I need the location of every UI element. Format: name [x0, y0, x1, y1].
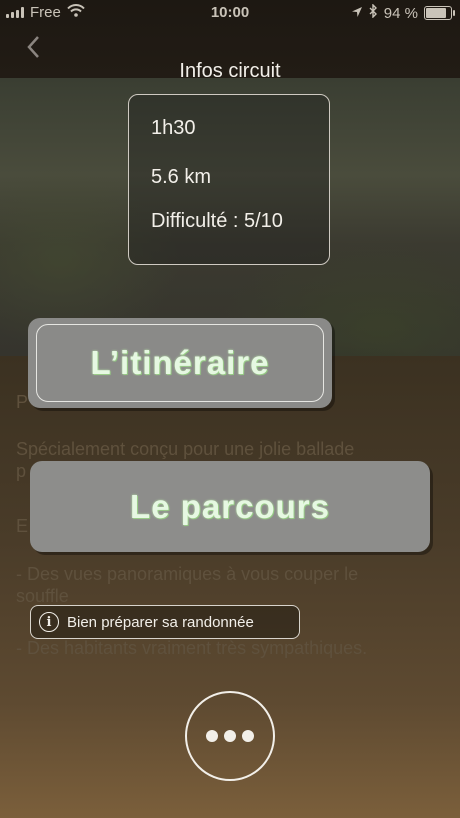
- description-bullet: - Des habitants vraiment très sympathiqu…: [16, 638, 368, 658]
- bluetooth-icon: [369, 3, 378, 22]
- parcours-button-label: Le parcours: [130, 487, 330, 525]
- itineraire-button-frame: L’itinéraire: [36, 324, 324, 402]
- itineraire-button[interactable]: L’itinéraire: [28, 318, 332, 408]
- battery-fill: [426, 8, 446, 18]
- back-button[interactable]: [20, 32, 50, 62]
- circuit-info-panel: 1h30 5.6 km Difficulté : 5/10: [128, 94, 330, 265]
- location-arrow-icon: [351, 5, 363, 22]
- battery-icon: [424, 6, 455, 20]
- more-dots-icon: [206, 730, 218, 742]
- prepare-hike-button[interactable]: i Bien préparer sa randonnée: [30, 605, 300, 639]
- more-dots-icon: [224, 730, 236, 742]
- battery-percent: 94 %: [383, 4, 418, 22]
- chevron-left-icon: [27, 36, 39, 58]
- more-dots-icon: [242, 730, 254, 742]
- parcours-button[interactable]: Le parcours: [30, 461, 430, 552]
- description-bullet-cont: souffle: [16, 586, 69, 606]
- page-title: Infos circuit: [179, 60, 281, 82]
- distance-value: 5.6 km: [151, 166, 212, 188]
- status-bar: Free 10:00 94 %: [0, 0, 460, 26]
- info-circle-icon: i: [39, 612, 59, 632]
- prepare-hike-label: Bien préparer sa randonnée: [67, 613, 254, 631]
- description-intro: Spécialement conçu pour une jolie ballad…: [16, 439, 355, 459]
- duration-value: 1h30: [151, 117, 196, 139]
- description-intro-cont: p: [16, 461, 27, 481]
- difficulty-value: Difficulté : 5/10: [151, 210, 283, 232]
- itineraire-button-label: L’itinéraire: [90, 344, 270, 381]
- description-bullet: - Des vues panoramiques à vous couper le: [16, 564, 359, 584]
- more-button[interactable]: [185, 691, 275, 781]
- description-line: E: [16, 516, 29, 536]
- description-line: P: [16, 392, 29, 412]
